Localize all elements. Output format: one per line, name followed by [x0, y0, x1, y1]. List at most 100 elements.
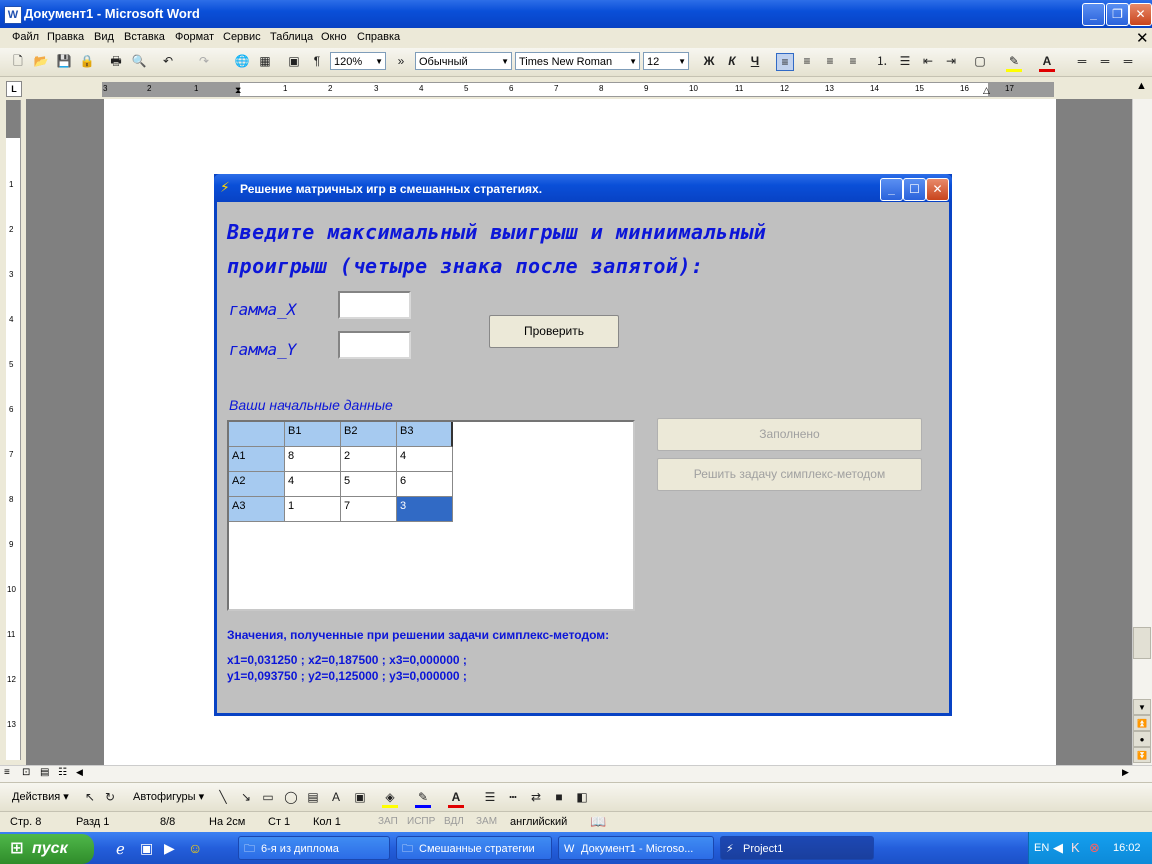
- dialog-title-bar[interactable]: ⚡ Решение матричных игр в смешанных стра…: [214, 174, 952, 202]
- scroll-left-arrow-icon[interactable]: ◀: [76, 767, 83, 778]
- hyperlink-icon[interactable]: 🌐: [234, 53, 250, 69]
- menu-view[interactable]: Вид: [94, 31, 114, 43]
- undo-icon[interactable]: ↶: [160, 53, 176, 69]
- close-document-icon[interactable]: ✕: [1136, 29, 1149, 47]
- draw-font-color-icon[interactable]: A: [448, 789, 464, 808]
- permission-icon[interactable]: 🔒: [79, 53, 95, 69]
- grid-row-header[interactable]: A1: [229, 447, 285, 472]
- close-button[interactable]: ✕: [1129, 3, 1152, 26]
- line-icon[interactable]: ╲: [215, 789, 231, 805]
- document-map-icon[interactable]: ▣: [286, 53, 302, 69]
- arrow-style-icon[interactable]: ⇄: [528, 789, 544, 805]
- grid-cell[interactable]: 4: [397, 447, 453, 472]
- word-app-icon[interactable]: W: [4, 6, 22, 24]
- task-folder-diploma[interactable]: 🗀 6-я из диплома: [238, 836, 390, 860]
- ie-icon[interactable]: ℯ: [116, 840, 125, 858]
- data-grid[interactable]: B1 B2 B3 A1 8 2 4 A2 4 5 6 A3 1 7 3: [227, 420, 635, 611]
- next-page-icon[interactable]: ⏬: [1133, 747, 1151, 763]
- print-preview-icon[interactable]: 🔍: [131, 53, 147, 69]
- line-color-icon[interactable]: ✎: [415, 789, 431, 808]
- grid-cell[interactable]: 4: [285, 472, 341, 497]
- solve-simplex-button[interactable]: Решить задачу симплекс-методом: [657, 458, 922, 491]
- zoom-combo[interactable]: 120% ▼: [330, 52, 386, 70]
- menu-format[interactable]: Формат: [175, 31, 214, 43]
- align-center-icon[interactable]: ≡: [799, 53, 815, 69]
- tables-icon[interactable]: ▦: [257, 53, 273, 69]
- line-dash-icon[interactable]: ═: [1097, 53, 1113, 69]
- increase-indent-icon[interactable]: ⇥: [943, 53, 959, 69]
- style-combo[interactable]: Обычный ▼: [415, 52, 512, 70]
- underline-button[interactable]: Ч: [747, 53, 763, 69]
- indent-marker-icon[interactable]: ⧗: [235, 85, 241, 96]
- dialog-minimize-button[interactable]: _: [880, 178, 903, 201]
- align-left-icon[interactable]: ≡: [776, 53, 794, 71]
- status-ext[interactable]: ВДЛ: [444, 816, 464, 827]
- decrease-indent-icon[interactable]: ⇤: [920, 53, 936, 69]
- rotate-icon[interactable]: ↻: [102, 789, 118, 805]
- normal-view-icon[interactable]: ≡: [4, 767, 10, 778]
- menu-window[interactable]: Окно: [321, 31, 347, 43]
- redo-icon[interactable]: ↷: [196, 53, 212, 69]
- text-box-icon[interactable]: ▤: [305, 789, 321, 805]
- more-buttons-icon[interactable]: »: [393, 53, 409, 69]
- gamma-x-input[interactable]: [338, 291, 411, 319]
- messenger-icon[interactable]: ☺: [188, 840, 202, 856]
- media-player-icon[interactable]: ▶: [164, 840, 175, 857]
- vertical-ruler[interactable]: 1 2 3 4 5 6 7 8 9 10 11 12 13: [6, 100, 21, 760]
- tab-stop-selector[interactable]: L: [6, 81, 22, 97]
- font-combo[interactable]: Times New Roman ▼: [515, 52, 640, 70]
- scroll-thumb[interactable]: [1133, 627, 1151, 659]
- security-alert-icon[interactable]: ⊗: [1089, 840, 1100, 856]
- line-weight-icon[interactable]: ═: [1120, 53, 1136, 69]
- autoshapes-menu[interactable]: Автофигуры ▾: [133, 790, 204, 803]
- select-browse-object-icon[interactable]: ●: [1133, 731, 1151, 747]
- right-indent-marker-icon[interactable]: △: [983, 85, 990, 96]
- menu-help[interactable]: Справка: [357, 31, 400, 43]
- restore-button[interactable]: ❐: [1106, 3, 1129, 26]
- align-right-icon[interactable]: ≡: [822, 53, 838, 69]
- status-trk[interactable]: ИСПР: [407, 816, 435, 827]
- line-style-icon[interactable]: ☰: [482, 789, 498, 805]
- arrow-icon[interactable]: ↘: [238, 789, 254, 805]
- dialog-close-button[interactable]: ✕: [926, 178, 949, 201]
- open-folder-icon[interactable]: 📂: [33, 53, 49, 69]
- bold-button[interactable]: Ж: [701, 53, 717, 69]
- justify-icon[interactable]: ≡: [845, 53, 861, 69]
- grid-cell[interactable]: 1: [285, 497, 341, 522]
- grid-cell[interactable]: 8: [285, 447, 341, 472]
- grid-cell-selected[interactable]: 3: [397, 497, 453, 522]
- menu-edit[interactable]: Правка: [47, 31, 84, 43]
- status-rec[interactable]: ЗАП: [378, 816, 398, 827]
- web-view-icon[interactable]: ⊡: [22, 767, 30, 778]
- grid-row-header[interactable]: A2: [229, 472, 285, 497]
- show-formatting-icon[interactable]: ¶: [309, 53, 325, 69]
- filled-button[interactable]: Заполнено: [657, 418, 922, 451]
- horizontal-scrollbar[interactable]: ≡ ⊡ ▤ ☷ ◀ ▶: [0, 765, 1152, 782]
- font-color-icon[interactable]: A: [1039, 53, 1055, 72]
- rectangle-icon[interactable]: ▭: [260, 789, 276, 805]
- dialog-maximize-button[interactable]: ☐: [903, 178, 926, 201]
- font-size-combo[interactable]: 12 ▼: [643, 52, 689, 70]
- ruler-up-icon[interactable]: ▲: [1136, 80, 1147, 92]
- grid-cell[interactable]: 7: [341, 497, 397, 522]
- previous-page-icon[interactable]: ⏫: [1133, 715, 1151, 731]
- italic-button[interactable]: К: [724, 53, 740, 69]
- vertical-scrollbar[interactable]: [1132, 99, 1152, 765]
- highlight-icon[interactable]: ✎: [1006, 53, 1022, 72]
- desktop-icon[interactable]: ▣: [140, 840, 153, 857]
- tray-expand-icon[interactable]: ◀: [1053, 840, 1063, 856]
- numbering-icon[interactable]: ⒈: [874, 53, 890, 69]
- task-folder-mixed[interactable]: 🗀 Смешанные стратегии: [396, 836, 552, 860]
- scroll-right-arrow-icon[interactable]: ▶: [1122, 767, 1129, 778]
- new-document-icon[interactable]: 🗋: [10, 53, 26, 69]
- menu-insert[interactable]: Вставка: [124, 31, 165, 43]
- wordart-icon[interactable]: A: [328, 789, 344, 805]
- antivirus-icon[interactable]: K: [1071, 840, 1080, 855]
- task-word-document[interactable]: W Документ1 - Microso...: [558, 836, 714, 860]
- shadow-icon[interactable]: ■: [551, 789, 567, 805]
- task-project1[interactable]: ⚡ Project1: [720, 836, 874, 860]
- save-icon[interactable]: 💾: [56, 53, 72, 69]
- check-button[interactable]: Проверить: [489, 315, 619, 348]
- select-objects-icon[interactable]: ↖: [82, 789, 98, 805]
- bullets-icon[interactable]: ☰: [897, 53, 913, 69]
